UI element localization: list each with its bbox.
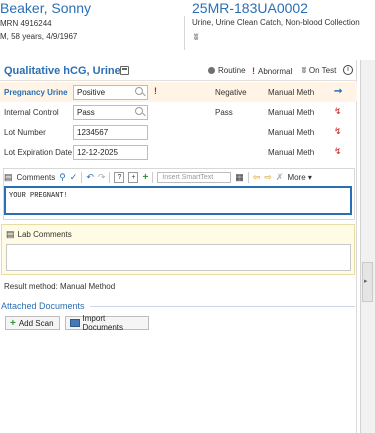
import-documents-label: Import Documents <box>82 314 123 332</box>
result-row-pregnancy-urine: Pregnancy Urine Positive ! Negative Manu… <box>0 82 357 102</box>
undo-icon[interactable]: ↶ <box>86 172 94 183</box>
comments-label: Comments <box>16 172 56 182</box>
method-value: Manual Meth <box>268 108 315 117</box>
document-icon[interactable]: ▦ <box>235 172 244 183</box>
lab-comment-icon: ▤ <box>6 229 15 239</box>
attached-documents-header: Attached Documents <box>1 301 355 311</box>
add-scan-button[interactable]: + Add Scan <box>5 316 60 330</box>
method-value: Manual Meth <box>268 128 315 137</box>
header-divider <box>184 16 185 50</box>
abnormal-flag-icon: ! <box>154 86 157 96</box>
result-row-lot-expiration: Lot Expiration Date 12-12-2025 Manual Me… <box>0 142 357 162</box>
lab-comments-label: Lab Comments <box>17 230 72 239</box>
legend-routine-label: Routine <box>218 66 246 75</box>
toolbar-divider <box>81 171 83 183</box>
method-value: Manual Meth <box>268 88 315 97</box>
spellcheck-icon[interactable]: ✓ <box>70 172 78 183</box>
row-label: Lot Number <box>4 128 46 137</box>
abnormal-flag-icon: ! <box>252 66 255 76</box>
info-icon[interactable]: i <box>343 65 353 75</box>
toolbar-divider <box>247 171 249 183</box>
expand-arrow-icon[interactable]: ▸ <box>364 277 368 285</box>
accession-number: 25MR-183UA0002 <box>192 0 308 16</box>
result-row-lot-number: Lot Number 1234567 Manual Meth ↯ <box>0 122 357 142</box>
test-title: Qualitative hCG, Urine <box>4 65 121 77</box>
specimen-description: Urine, Urine Clean Catch, Non-blood Coll… <box>192 18 360 27</box>
legend-routine: Routine <box>208 66 246 75</box>
patient-header: Beaker, Sonny MRN 4916244 M, 58 years, 4… <box>0 0 375 58</box>
attached-documents-title: Attached Documents <box>1 301 85 311</box>
lab-comments-input[interactable] <box>6 244 351 271</box>
insert-smarttext-field[interactable]: Insert SmartText <box>157 171 232 183</box>
comments-toolbar: ▤ Comments ⚲ ✓ ↶ ↷ ? + + Insert SmartTex… <box>4 170 312 184</box>
method-value: Manual Meth <box>268 148 315 157</box>
component-link-icon[interactable]: ↯ <box>334 146 342 157</box>
result-method-value: Manual Method <box>60 282 116 291</box>
add-icon[interactable]: + <box>142 172 148 183</box>
specimen-icon: ʬ <box>194 32 199 42</box>
reference-value: Pass <box>215 108 233 117</box>
search-icon[interactable]: ⚲ <box>59 172 66 183</box>
image-icon <box>70 319 80 327</box>
patient-demographics: M, 58 years, 4/9/1967 <box>0 32 78 41</box>
ontest-icon: ʬ <box>302 66 306 75</box>
result-method: Result method: Manual Method <box>4 282 115 291</box>
arrow-right-icon[interactable]: ➞ <box>334 86 342 97</box>
legend-ontest-label: On Test <box>308 66 337 75</box>
search-icon[interactable] <box>135 107 143 115</box>
comment-icon: ▤ <box>4 171 13 182</box>
result-row-internal-control: Internal Control Pass Pass Manual Meth ↯ <box>0 102 357 122</box>
save-icon[interactable] <box>120 66 129 75</box>
comments-text-input[interactable]: YOUR PREGNANT! <box>4 186 352 215</box>
toolbar-divider <box>109 171 111 183</box>
legend-abnormal: ! Abnormal <box>252 66 292 76</box>
toolbar-divider <box>152 171 154 183</box>
section-divider <box>89 305 355 307</box>
lot-expiration-field[interactable]: 12-12-2025 <box>73 145 148 160</box>
add-scan-label: Add Scan <box>18 318 54 328</box>
title-divider <box>0 80 357 81</box>
patient-name[interactable]: Beaker, Sonny <box>0 0 91 16</box>
redo-icon[interactable]: ↷ <box>98 172 106 183</box>
component-link-icon[interactable]: ↯ <box>334 126 342 137</box>
legend-abnormal-label: Abnormal <box>258 66 293 76</box>
plus-icon: + <box>10 317 16 329</box>
result-method-label: Result method: <box>4 282 58 291</box>
import-documents-button[interactable]: Import Documents <box>65 314 149 332</box>
help-icon[interactable]: ? <box>114 171 125 183</box>
reference-value: Negative <box>215 88 247 97</box>
row-label: Internal Control <box>4 108 59 117</box>
lab-comments-header: ▤ Lab Comments <box>6 229 72 240</box>
right-sidebar-rail[interactable] <box>360 60 375 433</box>
search-icon[interactable] <box>135 87 143 95</box>
arrow-right-icon[interactable]: ⇨ <box>264 172 272 183</box>
legend-ontest: ʬ On Test <box>302 66 336 75</box>
smartphrase-icon[interactable]: + <box>128 171 139 183</box>
routine-dot-icon <box>208 67 215 74</box>
lot-number-field[interactable]: 1234567 <box>73 125 148 140</box>
patient-mrn: MRN 4916244 <box>0 19 52 28</box>
row-label: Lot Expiration Date <box>4 148 73 157</box>
more-menu-button[interactable]: More ▾ <box>287 173 311 182</box>
arrow-left-icon[interactable]: ⇦ <box>253 172 261 183</box>
component-link-icon[interactable]: ↯ <box>334 106 342 117</box>
row-label: Pregnancy Urine <box>4 88 68 97</box>
delete-icon[interactable]: ✗ <box>276 172 284 183</box>
